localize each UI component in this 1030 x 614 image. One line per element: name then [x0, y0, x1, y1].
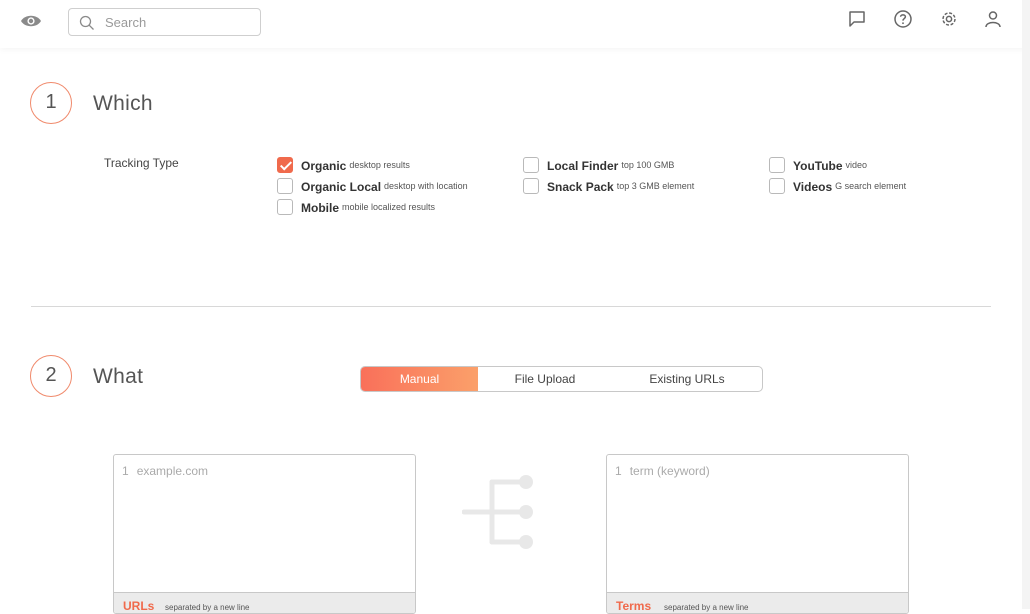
videos-checkbox[interactable] — [769, 178, 785, 194]
search-box[interactable] — [68, 8, 261, 36]
option-label: Local Finder — [547, 159, 619, 173]
option-description: desktop results — [349, 160, 410, 170]
tab-manual[interactable]: Manual — [361, 367, 478, 391]
mobile-checkbox[interactable] — [277, 199, 293, 215]
option-label: Mobile — [301, 201, 339, 215]
step-2-number: 2 — [30, 355, 72, 397]
option-description: top 3 GMB element — [616, 181, 695, 191]
line-number: 1 — [122, 464, 129, 478]
eye-icon[interactable] — [20, 12, 42, 30]
youtube-checkbox[interactable] — [769, 157, 785, 173]
option-label: Videos — [793, 180, 833, 194]
organic-local-checkbox[interactable] — [277, 178, 293, 194]
urls-hint: separated by a new line — [165, 603, 250, 612]
top-bar — [0, 0, 1030, 48]
urls-placeholder: example.com — [136, 464, 209, 478]
urls-footer: URLs separated by a new line — [114, 592, 415, 613]
tab-file-upload[interactable]: File Upload — [478, 367, 612, 391]
option-label: Organic — [301, 159, 347, 173]
option-label: Snack Pack — [547, 180, 614, 194]
option-description: top 100 GMB — [621, 160, 675, 170]
option-description: G search element — [835, 181, 907, 191]
terms-placeholder: term (keyword) — [629, 464, 710, 478]
snack-pack-checkbox[interactable] — [523, 178, 539, 194]
option-description: mobile localized results — [342, 202, 436, 212]
terms-textarea[interactable]: 1 term (keyword) Terms separated by a new… — [606, 454, 909, 614]
input-mode-tabs: Manual File Upload Existing URLs — [360, 366, 763, 392]
scrollbar-track[interactable] — [1022, 0, 1030, 609]
terms-label: Terms — [616, 599, 652, 613]
step-1-number: 1 — [30, 82, 72, 124]
step-2-title: What — [93, 365, 144, 388]
local-finder-checkbox[interactable] — [523, 157, 539, 173]
urls-textarea[interactable]: 1 example.com URLs separated by a new lin… — [113, 454, 416, 614]
step-1-title: Which — [93, 92, 153, 115]
line-number: 1 — [615, 464, 622, 478]
option-description: video — [845, 160, 868, 170]
search-icon — [79, 15, 94, 30]
option-description: desktop with location — [384, 181, 468, 191]
chat-icon[interactable] — [847, 9, 867, 29]
option-label: YouTube — [793, 159, 843, 173]
search-input[interactable] — [105, 13, 255, 31]
mapping-tree-icon — [462, 475, 533, 549]
tab-existing-urls[interactable]: Existing URLs — [612, 367, 762, 391]
terms-footer: Terms separated by a new line — [607, 592, 908, 613]
terms-hint: separated by a new line — [664, 603, 749, 612]
section-divider — [31, 306, 991, 307]
settings-icon[interactable] — [939, 9, 959, 29]
option-label: Organic Local — [301, 180, 382, 194]
help-icon[interactable] — [893, 9, 913, 29]
tracking-type-label: Tracking Type — [104, 156, 179, 170]
urls-label: URLs — [123, 599, 155, 613]
organic-checkbox[interactable] — [277, 157, 293, 173]
user-icon[interactable] — [983, 9, 1003, 29]
